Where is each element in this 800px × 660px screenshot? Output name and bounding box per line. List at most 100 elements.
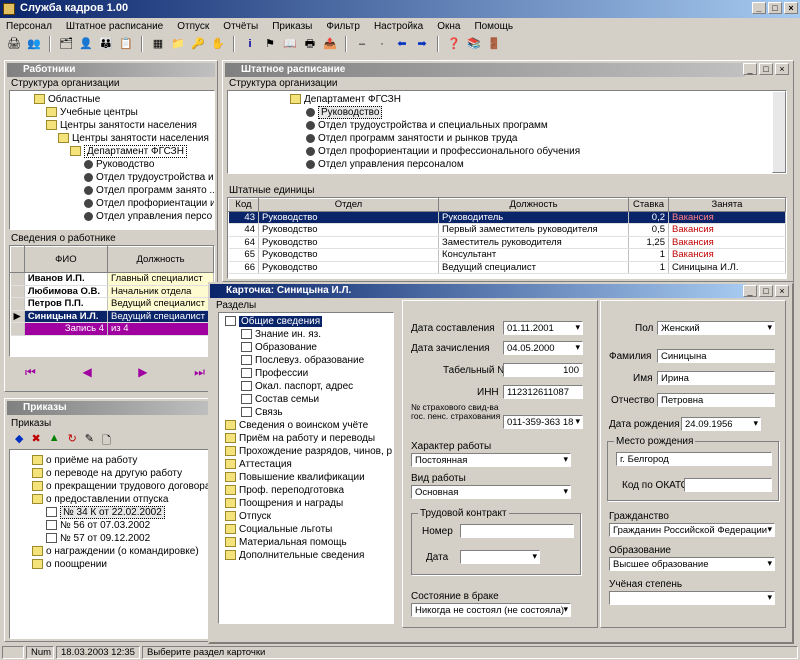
tree-item[interactable]: Отдел трудоустройства и ... xyxy=(12,171,214,184)
menu-orders[interactable]: Приказы xyxy=(272,21,312,32)
snils-field[interactable]: 011-359-363 18 xyxy=(503,415,583,429)
section-general[interactable]: Общие сведения xyxy=(221,315,391,328)
staffing-minimize-button[interactable]: _ xyxy=(743,63,757,75)
first-record-icon[interactable]: ⏮ xyxy=(25,365,36,380)
card-close-button[interactable]: × xyxy=(775,285,789,297)
col-code[interactable]: Код xyxy=(228,198,259,212)
col-position[interactable]: Должность xyxy=(438,198,629,212)
work-type-select[interactable]: Постоянная xyxy=(411,453,571,467)
birthplace-field[interactable]: г. Белгород xyxy=(616,452,772,466)
table-row-selected[interactable]: ▶ Синицына И.Л. Ведущий специалист xyxy=(10,310,214,323)
people-icon[interactable]: 👥 xyxy=(26,36,42,52)
card-minimize-button[interactable]: _ xyxy=(743,285,757,297)
name-field[interactable]: Ирина xyxy=(657,371,775,385)
tree-item[interactable]: Отдел программ занято ... xyxy=(12,184,214,197)
print-icon[interactable]: 🖨 xyxy=(6,36,22,52)
book-icon[interactable]: 📖 xyxy=(282,36,298,52)
section-languages[interactable]: Знание ин. яз. xyxy=(221,328,391,341)
section-family[interactable]: Состав семьи xyxy=(221,393,391,406)
report-icon[interactable]: 📋 xyxy=(118,36,134,52)
maximize-button[interactable]: □ xyxy=(768,2,782,14)
birth-date-field[interactable]: 24.09.1956 xyxy=(681,417,761,431)
col-rate[interactable]: Ставка xyxy=(628,198,669,212)
table-row[interactable]: 64 Руководство Заместитель руководителя 1,2… xyxy=(228,236,786,249)
menu-personnel[interactable]: Персонал xyxy=(6,21,52,32)
tree-item[interactable]: Учебные центры xyxy=(12,106,212,119)
menu-help[interactable]: Помощь xyxy=(474,21,513,32)
table-row[interactable]: 66 Руководство Ведущий специалист 1 Синицына… xyxy=(228,261,786,274)
section-military[interactable]: Сведения о воинском учёте xyxy=(221,419,391,432)
export-icon[interactable]: 📤 xyxy=(322,36,338,52)
next-record-icon[interactable]: ▶ xyxy=(138,365,147,380)
staffing-org-tree[interactable]: Департамент ФГСЗН Руководство Отдел труд… xyxy=(227,90,787,174)
section-passport[interactable]: Окал. паспорт, адрес xyxy=(221,380,391,393)
section-hiring[interactable]: Приём на работу и переводы xyxy=(221,432,391,445)
tree-item[interactable]: Отдел профориентации и ... xyxy=(12,197,214,210)
table-row[interactable]: 44 Руководство Первый заместитель руководи… xyxy=(228,223,786,237)
menu-staffing[interactable]: Штатное расписание xyxy=(66,21,163,32)
table-icon[interactable]: ▦ xyxy=(150,36,166,52)
workers-grid[interactable]: ФИО Должность Иванов И.П. Главный специали… xyxy=(9,245,215,357)
folder-icon[interactable]: 📁 xyxy=(170,36,186,52)
tree-item[interactable]: Отдел профориентации и профессионального… xyxy=(230,145,784,158)
prev-record-icon[interactable]: ◀ xyxy=(82,365,91,380)
tree-item[interactable]: Центры занятости населения xyxy=(12,119,212,132)
users-icon[interactable]: 👪 xyxy=(98,36,114,52)
books-icon[interactable]: 📚 xyxy=(466,36,482,52)
last-record-icon[interactable]: ⏭ xyxy=(194,365,205,380)
table-row[interactable]: Петров П.П. Ведущий специалист xyxy=(10,297,214,311)
card-icon[interactable]: 🗂 xyxy=(58,36,74,52)
section-awards[interactable]: Поощрения и награды xyxy=(221,497,391,510)
staffing-close-button[interactable]: × xyxy=(775,63,789,75)
workers-org-tree[interactable]: Областные Учебные центры Центры занятост… xyxy=(9,90,215,230)
menu-vacation[interactable]: Отпуск xyxy=(177,21,209,32)
section-postgrad[interactable]: Послевуз. образование xyxy=(221,354,391,367)
tree-item[interactable]: Отдел трудоустройства и специальных прог… xyxy=(230,119,784,132)
tree-item[interactable]: Руководство xyxy=(12,158,212,171)
section-professions[interactable]: Профессии xyxy=(221,367,391,380)
table-row[interactable]: 65 Руководство Консультант 1 Вакансия xyxy=(228,248,786,262)
col-dept[interactable]: Отдел xyxy=(258,198,439,212)
tree-item[interactable]: о предоставлении отпуска xyxy=(12,493,212,506)
tree-item[interactable]: о награждении (о командировке) xyxy=(12,545,212,558)
patronymic-field[interactable]: Петровна xyxy=(657,393,775,407)
arrow-left-icon[interactable]: ⬅ xyxy=(394,36,410,52)
menu-filter[interactable]: Фильтр xyxy=(326,21,360,32)
date-made-field[interactable]: 01.11.2001 xyxy=(503,321,583,335)
key-icon[interactable]: 🔑 xyxy=(190,36,206,52)
minus-icon[interactable]: – xyxy=(354,36,370,52)
filter-icon[interactable]: ⚑ xyxy=(262,36,278,52)
contract-date-field[interactable] xyxy=(460,550,540,564)
tree-item[interactable]: Областные xyxy=(12,93,212,106)
section-education[interactable]: Образование xyxy=(221,341,391,354)
exit-icon[interactable]: 🚪 xyxy=(486,36,502,52)
col-busy[interactable]: Занята xyxy=(668,198,786,212)
user-icon[interactable]: 👤 xyxy=(78,36,94,52)
section-qualification[interactable]: Повышение квалификации xyxy=(221,471,391,484)
table-row-selected[interactable]: 43 Руководство Руководитель 0,2 Вакансия xyxy=(228,211,786,224)
close-button[interactable]: × xyxy=(784,2,798,14)
table-row[interactable]: Любимова О.В. Начальник отдела xyxy=(10,285,214,298)
menu-reports[interactable]: Отчёты xyxy=(223,21,258,32)
inn-field[interactable]: 112312611087 xyxy=(503,385,583,399)
menu-settings[interactable]: Настройка xyxy=(374,21,423,32)
help-icon[interactable]: ❓ xyxy=(446,36,462,52)
dot-icon[interactable]: · xyxy=(374,36,390,52)
tree-item[interactable]: Департамент ФГСЗН xyxy=(230,93,784,106)
tree-item[interactable]: Отдел управления персо ... xyxy=(12,210,214,223)
tab-number-field[interactable]: 100 xyxy=(503,363,583,377)
citizenship-select[interactable]: Гражданин Российской Федерации xyxy=(609,523,775,537)
work-kind-select[interactable]: Основная xyxy=(411,485,571,499)
tree-item[interactable]: № 57 от 09.12.2002 xyxy=(12,532,212,545)
section-additional[interactable]: Дополнительные сведения xyxy=(221,549,391,562)
col-fio[interactable]: ФИО xyxy=(23,246,109,273)
tree-item-selected[interactable]: Руководство xyxy=(230,106,784,119)
tree-item[interactable]: № 56 от 07.03.2002 xyxy=(12,519,212,532)
staffing-maximize-button[interactable]: □ xyxy=(759,63,773,75)
menu-windows[interactable]: Окна xyxy=(437,21,460,32)
table-row[interactable]: Иванов И.П. Главный специалист xyxy=(10,272,214,286)
contract-number-field[interactable] xyxy=(460,524,574,538)
section-retraining[interactable]: Проф. переподготовка xyxy=(221,484,391,497)
card-maximize-button[interactable]: □ xyxy=(759,285,773,297)
tree-item-selected[interactable]: № 34 К от 22.02.2002 xyxy=(12,506,212,519)
